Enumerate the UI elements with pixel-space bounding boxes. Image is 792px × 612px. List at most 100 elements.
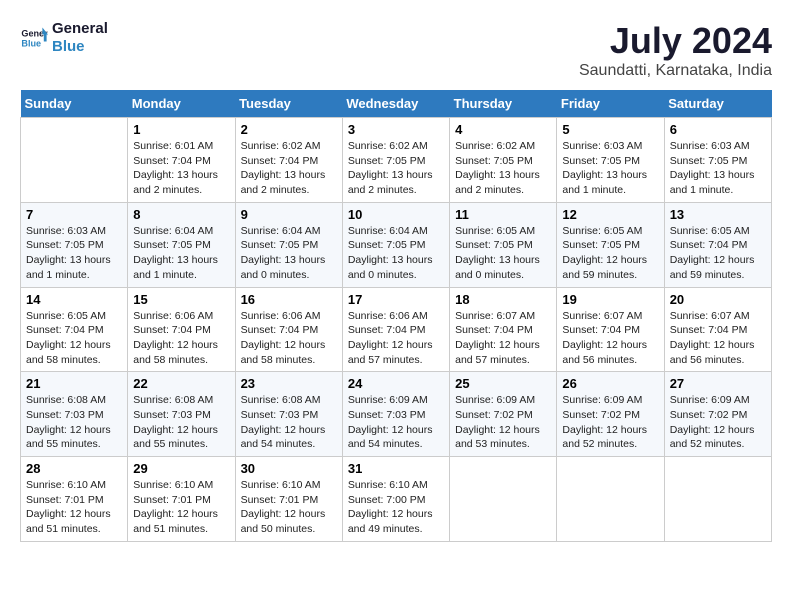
day-number: 20 — [670, 292, 766, 307]
day-info: Sunrise: 6:07 AMSunset: 7:04 PMDaylight:… — [670, 309, 766, 368]
calendar-cell: 1 Sunrise: 6:01 AMSunset: 7:04 PMDaylight… — [128, 118, 235, 203]
logo-icon: General Blue — [20, 24, 48, 52]
day-number: 10 — [348, 207, 444, 222]
day-info: Sunrise: 6:05 AMSunset: 7:05 PMDaylight:… — [455, 224, 551, 283]
day-number: 17 — [348, 292, 444, 307]
day-number: 7 — [26, 207, 122, 222]
day-info: Sunrise: 6:07 AMSunset: 7:04 PMDaylight:… — [455, 309, 551, 368]
day-number: 28 — [26, 461, 122, 476]
calendar-cell: 20 Sunrise: 6:07 AMSunset: 7:04 PMDayligh… — [664, 287, 771, 372]
col-header-sunday: Sunday — [21, 90, 128, 118]
day-info: Sunrise: 6:04 AMSunset: 7:05 PMDaylight:… — [241, 224, 337, 283]
day-info: Sunrise: 6:05 AMSunset: 7:05 PMDaylight:… — [562, 224, 658, 283]
day-info: Sunrise: 6:03 AMSunset: 7:05 PMDaylight:… — [670, 139, 766, 198]
svg-text:Blue: Blue — [21, 38, 41, 48]
logo: General Blue General Blue — [20, 20, 108, 56]
day-number: 11 — [455, 207, 551, 222]
day-number: 5 — [562, 122, 658, 137]
day-info: Sunrise: 6:08 AMSunset: 7:03 PMDaylight:… — [241, 393, 337, 452]
calendar-cell: 25 Sunrise: 6:09 AMSunset: 7:02 PMDayligh… — [450, 372, 557, 457]
day-number: 6 — [670, 122, 766, 137]
calendar-week-5: 28 Sunrise: 6:10 AMSunset: 7:01 PMDayligh… — [21, 457, 772, 542]
calendar-cell — [557, 457, 664, 542]
day-info: Sunrise: 6:03 AMSunset: 7:05 PMDaylight:… — [562, 139, 658, 198]
day-info: Sunrise: 6:02 AMSunset: 7:04 PMDaylight:… — [241, 139, 337, 198]
day-info: Sunrise: 6:08 AMSunset: 7:03 PMDaylight:… — [133, 393, 229, 452]
title-block: July 2024 Saundatti, Karnataka, India — [579, 20, 772, 80]
day-number: 16 — [241, 292, 337, 307]
day-info: Sunrise: 6:05 AMSunset: 7:04 PMDaylight:… — [26, 309, 122, 368]
day-info: Sunrise: 6:10 AMSunset: 7:01 PMDaylight:… — [241, 478, 337, 537]
day-number: 29 — [133, 461, 229, 476]
day-number: 31 — [348, 461, 444, 476]
day-info: Sunrise: 6:03 AMSunset: 7:05 PMDaylight:… — [26, 224, 122, 283]
day-number: 21 — [26, 376, 122, 391]
day-number: 1 — [133, 122, 229, 137]
main-title: July 2024 — [579, 20, 772, 62]
day-info: Sunrise: 6:07 AMSunset: 7:04 PMDaylight:… — [562, 309, 658, 368]
calendar-cell: 8 Sunrise: 6:04 AMSunset: 7:05 PMDaylight… — [128, 202, 235, 287]
calendar-week-3: 14 Sunrise: 6:05 AMSunset: 7:04 PMDayligh… — [21, 287, 772, 372]
calendar-cell: 5 Sunrise: 6:03 AMSunset: 7:05 PMDaylight… — [557, 118, 664, 203]
day-info: Sunrise: 6:08 AMSunset: 7:03 PMDaylight:… — [26, 393, 122, 452]
day-number: 2 — [241, 122, 337, 137]
calendar-cell: 27 Sunrise: 6:09 AMSunset: 7:02 PMDayligh… — [664, 372, 771, 457]
calendar-cell: 17Sunrise: 6:06 AMSunset: 7:04 PMDayligh… — [342, 287, 449, 372]
calendar-cell: 12Sunrise: 6:05 AMSunset: 7:05 PMDayligh… — [557, 202, 664, 287]
calendar-cell: 3Sunrise: 6:02 AMSunset: 7:05 PMDaylight… — [342, 118, 449, 203]
calendar-cell: 6 Sunrise: 6:03 AMSunset: 7:05 PMDaylight… — [664, 118, 771, 203]
day-number: 18 — [455, 292, 551, 307]
calendar-header-row: SundayMondayTuesdayWednesdayThursdayFrid… — [21, 90, 772, 118]
day-number: 24 — [348, 376, 444, 391]
day-info: Sunrise: 6:05 AMSunset: 7:04 PMDaylight:… — [670, 224, 766, 283]
day-number: 19 — [562, 292, 658, 307]
day-info: Sunrise: 6:09 AMSunset: 7:03 PMDaylight:… — [348, 393, 444, 452]
calendar-cell: 18 Sunrise: 6:07 AMSunset: 7:04 PMDayligh… — [450, 287, 557, 372]
calendar-cell: 13Sunrise: 6:05 AMSunset: 7:04 PMDayligh… — [664, 202, 771, 287]
day-number: 4 — [455, 122, 551, 137]
col-header-monday: Monday — [128, 90, 235, 118]
calendar-cell: 28 Sunrise: 6:10 AMSunset: 7:01 PMDayligh… — [21, 457, 128, 542]
day-info: Sunrise: 6:04 AMSunset: 7:05 PMDaylight:… — [348, 224, 444, 283]
calendar-cell: 31Sunrise: 6:10 AMSunset: 7:00 PMDayligh… — [342, 457, 449, 542]
calendar-cell: 30 Sunrise: 6:10 AMSunset: 7:01 PMDayligh… — [235, 457, 342, 542]
day-info: Sunrise: 6:04 AMSunset: 7:05 PMDaylight:… — [133, 224, 229, 283]
day-number: 23 — [241, 376, 337, 391]
day-number: 14 — [26, 292, 122, 307]
day-info: Sunrise: 6:01 AMSunset: 7:04 PMDaylight:… — [133, 139, 229, 198]
calendar-cell: 26 Sunrise: 6:09 AMSunset: 7:02 PMDayligh… — [557, 372, 664, 457]
col-header-saturday: Saturday — [664, 90, 771, 118]
logo-line2: Blue — [52, 38, 108, 56]
day-info: Sunrise: 6:09 AMSunset: 7:02 PMDaylight:… — [455, 393, 551, 452]
subtitle: Saundatti, Karnataka, India — [579, 62, 772, 80]
day-info: Sunrise: 6:09 AMSunset: 7:02 PMDaylight:… — [670, 393, 766, 452]
calendar-cell: 4 Sunrise: 6:02 AMSunset: 7:05 PMDaylight… — [450, 118, 557, 203]
calendar-cell: 7 Sunrise: 6:03 AMSunset: 7:05 PMDaylight… — [21, 202, 128, 287]
day-number: 8 — [133, 207, 229, 222]
day-number: 25 — [455, 376, 551, 391]
day-number: 26 — [562, 376, 658, 391]
day-info: Sunrise: 6:09 AMSunset: 7:02 PMDaylight:… — [562, 393, 658, 452]
calendar-cell — [664, 457, 771, 542]
day-number: 27 — [670, 376, 766, 391]
col-header-wednesday: Wednesday — [342, 90, 449, 118]
calendar-cell: 22Sunrise: 6:08 AMSunset: 7:03 PMDayligh… — [128, 372, 235, 457]
day-info: Sunrise: 6:06 AMSunset: 7:04 PMDaylight:… — [133, 309, 229, 368]
day-info: Sunrise: 6:10 AMSunset: 7:01 PMDaylight:… — [26, 478, 122, 537]
col-header-thursday: Thursday — [450, 90, 557, 118]
calendar-week-1: 1 Sunrise: 6:01 AMSunset: 7:04 PMDaylight… — [21, 118, 772, 203]
day-info: Sunrise: 6:02 AMSunset: 7:05 PMDaylight:… — [348, 139, 444, 198]
calendar-cell — [450, 457, 557, 542]
day-info: Sunrise: 6:02 AMSunset: 7:05 PMDaylight:… — [455, 139, 551, 198]
col-header-tuesday: Tuesday — [235, 90, 342, 118]
col-header-friday: Friday — [557, 90, 664, 118]
day-info: Sunrise: 6:06 AMSunset: 7:04 PMDaylight:… — [241, 309, 337, 368]
calendar-cell — [21, 118, 128, 203]
day-info: Sunrise: 6:10 AMSunset: 7:01 PMDaylight:… — [133, 478, 229, 537]
calendar-cell: 23 Sunrise: 6:08 AMSunset: 7:03 PMDayligh… — [235, 372, 342, 457]
day-number: 30 — [241, 461, 337, 476]
calendar-cell: 19 Sunrise: 6:07 AMSunset: 7:04 PMDayligh… — [557, 287, 664, 372]
day-number: 15 — [133, 292, 229, 307]
logo-line1: General — [52, 20, 108, 38]
day-number: 9 — [241, 207, 337, 222]
